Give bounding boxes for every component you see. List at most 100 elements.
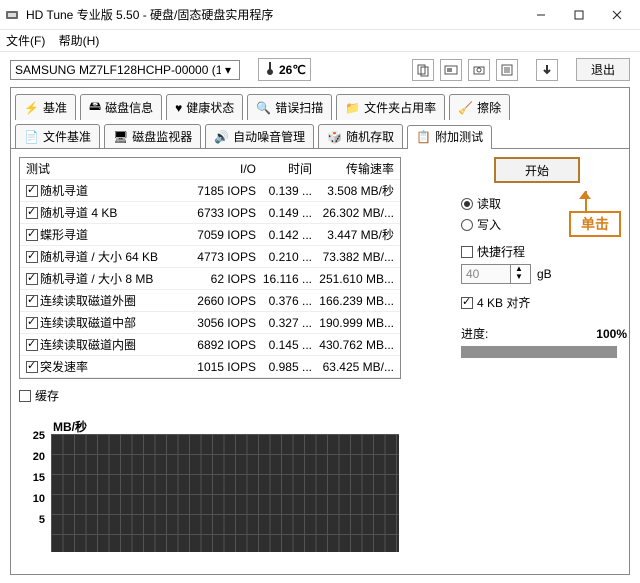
search-icon: 🔍	[256, 101, 271, 115]
spin-down-icon[interactable]: ▼	[511, 273, 527, 281]
toolbar-copy-icon[interactable]	[412, 59, 434, 81]
minimize-button[interactable]	[522, 1, 560, 29]
row-name: 随机寻道 / 大小 8 MB	[40, 270, 153, 287]
table-row[interactable]: 连续读取磁道外圈 2660 IOPS0.376 ...166.239 MB...	[20, 290, 400, 312]
row-time: 0.145 ...	[260, 338, 316, 352]
tab-extratests[interactable]: 📋附加测试	[407, 125, 492, 149]
tab-health[interactable]: ♥健康状态	[166, 94, 243, 120]
row-io: 4773 IOPS	[180, 250, 260, 264]
row-name: 随机寻道 / 大小 64 KB	[40, 248, 158, 265]
row-rate: 251.610 MB...	[316, 272, 400, 286]
table-row[interactable]: 连续读取磁道中部3056 IOPS0.327 ...190.999 MB...	[20, 312, 400, 334]
progress-bar	[461, 346, 617, 358]
align4kb-checkbox[interactable]	[461, 297, 473, 309]
tab-randomaccess[interactable]: 🎲随机存取	[318, 124, 403, 148]
row-name: 随机寻道 4 KB	[40, 204, 117, 221]
row-rate: 166.239 MB...	[316, 294, 400, 308]
row-io: 6892 IOPS	[180, 338, 260, 352]
row-checkbox[interactable]	[26, 317, 38, 329]
chart-yaxis: 25 20 15 10 5	[19, 430, 47, 552]
row-time: 16.116 ...	[260, 272, 316, 286]
close-button[interactable]	[598, 1, 636, 29]
write-radio[interactable]	[461, 219, 473, 231]
shortstroke-row: 快捷行程	[461, 243, 627, 260]
maximize-button[interactable]	[560, 1, 598, 29]
toolbar-camera-icon[interactable]	[468, 59, 490, 81]
row-checkbox[interactable]	[26, 361, 38, 373]
health-icon: ♥	[175, 101, 182, 115]
row-name: 蝶形寻道	[40, 226, 88, 243]
row-rate: 3.508 MB/秒	[316, 182, 400, 199]
col-test[interactable]: 测试	[20, 160, 180, 177]
row-rate: 430.762 MB...	[316, 338, 400, 352]
table-row[interactable]: 突发速率1015 IOPS0.985 ...63.425 MB/...	[20, 356, 400, 378]
col-rate[interactable]: 传输速率	[316, 160, 400, 177]
row-checkbox[interactable]	[26, 207, 38, 219]
click-callout: 单击	[569, 211, 621, 237]
shortstroke-spin[interactable]: ▲▼	[461, 264, 531, 284]
row-checkbox[interactable]	[26, 295, 38, 307]
table-row[interactable]: 蝶形寻道7059 IOPS0.142 ...3.447 MB/秒	[20, 224, 400, 246]
controls-panel: 开始 单击 读取 写入 快捷行程 ▲▼ gB	[437, 157, 637, 362]
temperature-value: 26℃	[279, 63, 306, 77]
exit-button[interactable]: 退出	[576, 58, 630, 81]
row-io: 7059 IOPS	[180, 228, 260, 242]
menu-help[interactable]: 帮助(H)	[59, 34, 100, 48]
device-name: SAMSUNG MZ7LF128HCHP-00000 (128 g	[15, 63, 221, 77]
table-row[interactable]: 随机寻道 / 大小 64 KB4773 IOPS0.210 ...73.382 …	[20, 246, 400, 268]
tab-benchmark[interactable]: ⚡基准	[15, 94, 76, 120]
shortstroke-checkbox[interactable]	[461, 246, 473, 258]
row-time: 0.376 ...	[260, 294, 316, 308]
menu-file[interactable]: 文件(F)	[6, 34, 45, 48]
device-select[interactable]: SAMSUNG MZ7LF128HCHP-00000 (128 g ▾	[10, 60, 240, 80]
tab-errorscan[interactable]: 🔍错误扫描	[247, 94, 332, 120]
table-row[interactable]: 连续读取磁道内圈 6892 IOPS0.145 ...430.762 MB...	[20, 334, 400, 356]
col-time[interactable]: 时间	[260, 160, 316, 177]
toolbar-options-icon[interactable]	[496, 59, 518, 81]
tab-erase[interactable]: 🧹擦除	[449, 94, 510, 120]
results-table: 测试 I/O 时间 传输速率 随机寻道7185 IOPS0.139 ...3.5…	[19, 157, 401, 379]
tab-folderusage[interactable]: 📁文件夹占用率	[336, 94, 445, 120]
window-title: HD Tune 专业版 5.50 - 硬盘/固态硬盘实用程序	[26, 6, 522, 23]
folder-icon: 📁	[345, 101, 360, 115]
table-row[interactable]: 随机寻道 4 KB6733 IOPS0.149 ...26.302 MB/...	[20, 202, 400, 224]
toolbar: SAMSUNG MZ7LF128HCHP-00000 (128 g ▾ 26℃ …	[0, 52, 640, 87]
row-time: 0.142 ...	[260, 228, 316, 242]
write-label: 写入	[477, 216, 501, 233]
align4kb-label: 4 KB 对齐	[477, 294, 530, 311]
temperature-display: 26℃	[258, 58, 311, 81]
table-row[interactable]: 随机寻道7185 IOPS0.139 ...3.508 MB/秒	[20, 180, 400, 202]
col-io[interactable]: I/O	[180, 162, 260, 176]
toolbar-save-icon[interactable]	[536, 59, 558, 81]
app-icon	[4, 7, 20, 23]
tab-aam[interactable]: 🔊自动噪音管理	[205, 124, 314, 148]
cache-checkbox[interactable]	[19, 390, 31, 402]
cache-label: 缓存	[35, 387, 59, 404]
row-rate: 190.999 MB...	[316, 316, 400, 330]
tab-diskinfo[interactable]: 🖴磁盘信息	[80, 94, 162, 120]
tab-filebenchmark[interactable]: 📄文件基准	[15, 124, 100, 148]
row-io: 7185 IOPS	[180, 184, 260, 198]
monitor-icon: 🖥	[113, 130, 128, 144]
row-io: 2660 IOPS	[180, 294, 260, 308]
shortstroke-label: 快捷行程	[477, 243, 525, 260]
read-radio[interactable]	[461, 198, 473, 210]
row-checkbox[interactable]	[26, 339, 38, 351]
row-checkbox[interactable]	[26, 273, 38, 285]
row-checkbox[interactable]	[26, 229, 38, 241]
align4kb-row: 4 KB 对齐	[461, 294, 627, 311]
toolbar-screenshot-icon[interactable]	[440, 59, 462, 81]
chart: MB/秒 25 20 15 10 5	[19, 434, 399, 552]
main-panel: ⚡基准 🖴磁盘信息 ♥健康状态 🔍错误扫描 📁文件夹占用率 🧹擦除 📄文件基准 …	[10, 87, 630, 575]
row-rate: 63.425 MB/...	[316, 360, 400, 374]
start-button[interactable]: 开始	[494, 157, 580, 183]
tab-diskmonitor[interactable]: 🖥磁盘监视器	[104, 124, 201, 148]
row-name: 连续读取磁道内圈	[40, 336, 136, 353]
chart-area	[51, 434, 399, 552]
tabs-row-2: 📄文件基准 🖥磁盘监视器 🔊自动噪音管理 🎲随机存取 📋附加测试	[11, 118, 629, 146]
row-name: 连续读取磁道外圈	[40, 292, 136, 309]
table-row[interactable]: 随机寻道 / 大小 8 MB62 IOPS16.116 ...251.610 M…	[20, 268, 400, 290]
row-checkbox[interactable]	[26, 185, 38, 197]
row-checkbox[interactable]	[26, 251, 38, 263]
gb-unit: gB	[537, 267, 552, 281]
